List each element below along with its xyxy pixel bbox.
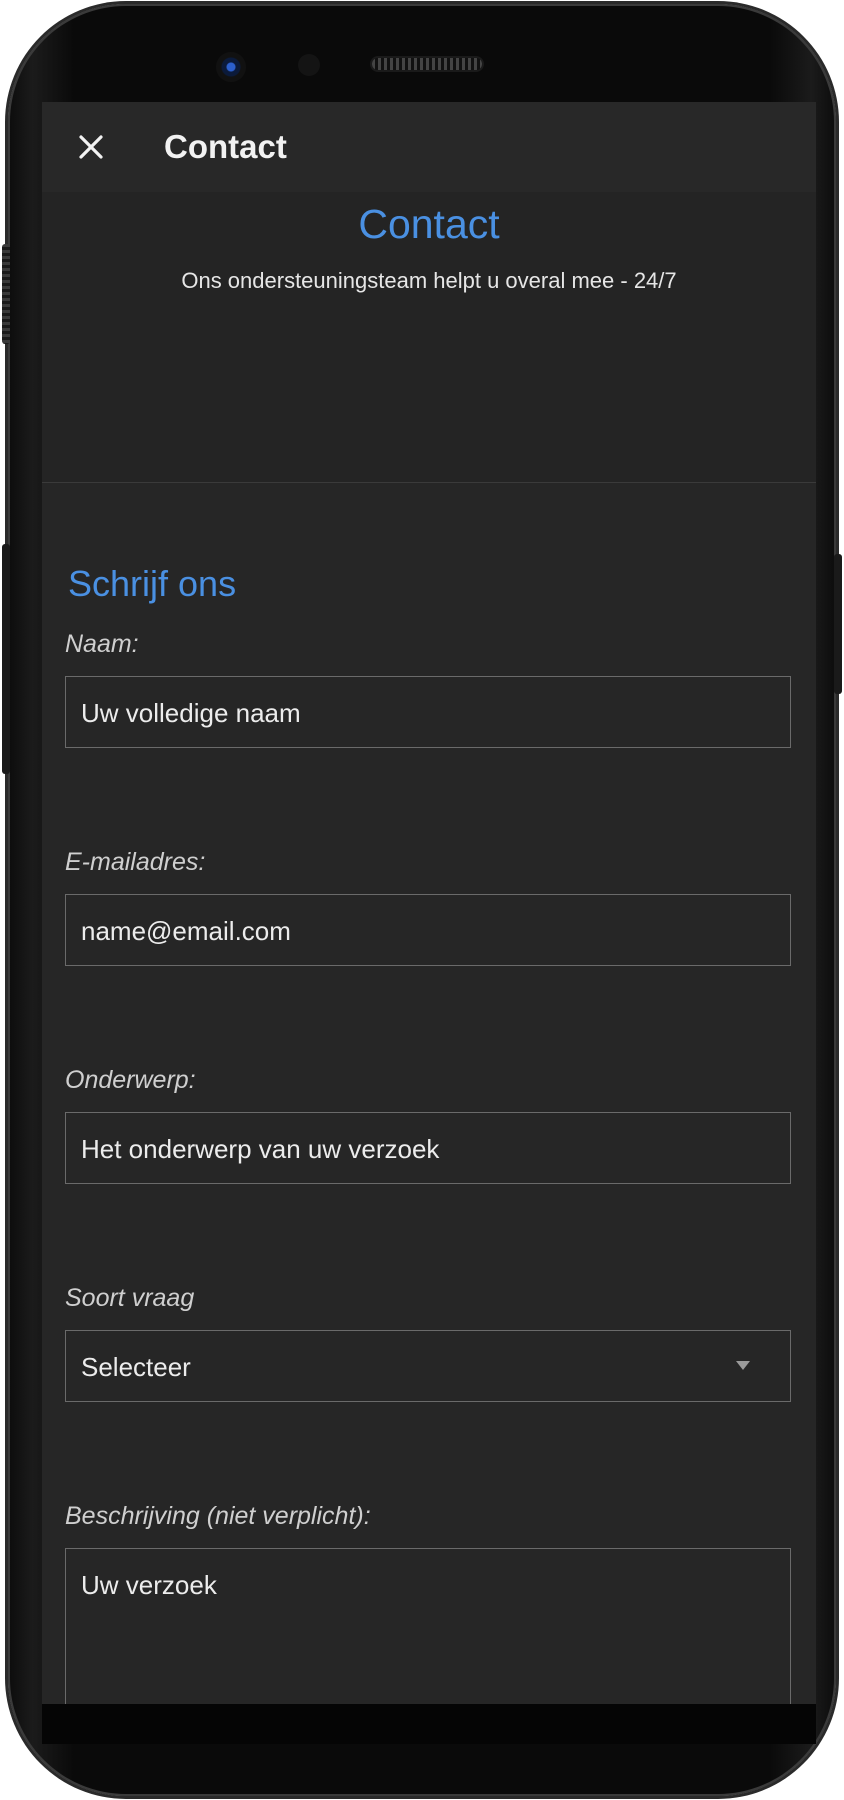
front-camera [216, 52, 246, 82]
earpiece-speaker [372, 58, 482, 70]
close-button[interactable] [68, 124, 114, 170]
name-placeholder: Uw volledige naam [81, 698, 301, 728]
top-app-bar: Contact [42, 102, 816, 192]
subject-placeholder: Het onderwerp van uw verzoek [81, 1134, 440, 1164]
hero-subtitle: Ons ondersteuningsteam helpt u overal me… [181, 268, 677, 293]
name-label: Naam: [65, 630, 139, 658]
subject-input[interactable]: Het onderwerp van uw verzoek [65, 1112, 791, 1184]
power-button [834, 554, 842, 694]
proximity-sensor [298, 54, 320, 76]
subject-label: Onderwerp: [65, 1066, 196, 1094]
name-input[interactable]: Uw volledige naam [65, 676, 791, 748]
email-placeholder: name@email.com [81, 916, 291, 946]
screen: Contact Contact Ons ondersteuningsteam h… [42, 102, 816, 1704]
form-section-title: Schrijf ons [68, 563, 237, 604]
volume-button [2, 544, 10, 774]
page-title: Contact [164, 128, 287, 165]
bottom-bezel [42, 1704, 816, 1744]
question-type-label: Soort vraag [65, 1284, 195, 1312]
alert-slider [2, 244, 10, 344]
description-label: Beschrijving (niet verplicht): [65, 1502, 371, 1530]
close-icon [68, 124, 114, 170]
email-label: E-mailadres: [65, 848, 206, 876]
hero-title: Contact [358, 201, 500, 247]
description-textarea[interactable]: Uw verzoek [65, 1548, 791, 1704]
dropdown-arrow-icon [736, 1361, 750, 1370]
email-input[interactable]: name@email.com [65, 894, 791, 966]
question-type-selected: Selecteer [81, 1352, 191, 1382]
phone-frame: Contact Contact Ons ondersteuningsteam h… [2, 4, 842, 1796]
description-placeholder: Uw verzoek [81, 1570, 217, 1600]
question-type-select[interactable]: Selecteer [65, 1330, 791, 1402]
